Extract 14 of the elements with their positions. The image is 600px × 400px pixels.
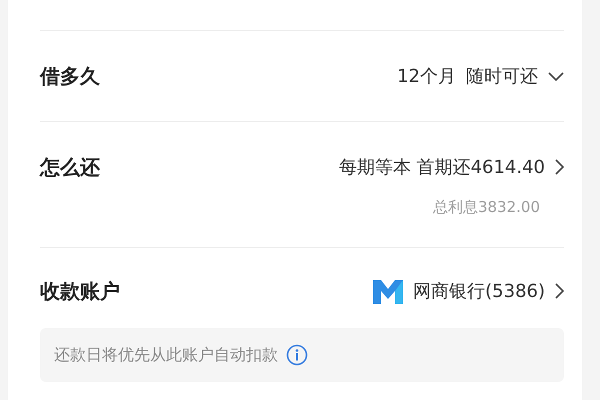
row-label: 收款账户 [40,278,120,304]
caret-down-icon [548,72,564,80]
chevron-right-icon [555,283,564,299]
row-label: 借多久 [40,62,100,90]
chevron-right-icon [555,159,564,175]
option-value[interactable]: 每期等本 首期还4614.40 [338,155,545,179]
info-icon[interactable] [286,344,308,366]
option-value[interactable]: 12个月 [397,64,456,88]
row-label: 怎么还 [40,154,100,180]
bank-logo-icon [373,278,404,304]
interest-note: 总利息3832.00 [432,198,540,217]
account-name[interactable]: 网商银行(5386) [413,279,545,303]
option-value[interactable]: 随时可还 [466,64,538,88]
tip-text: 还款日将优先从此账户自动扣款 [54,344,278,366]
